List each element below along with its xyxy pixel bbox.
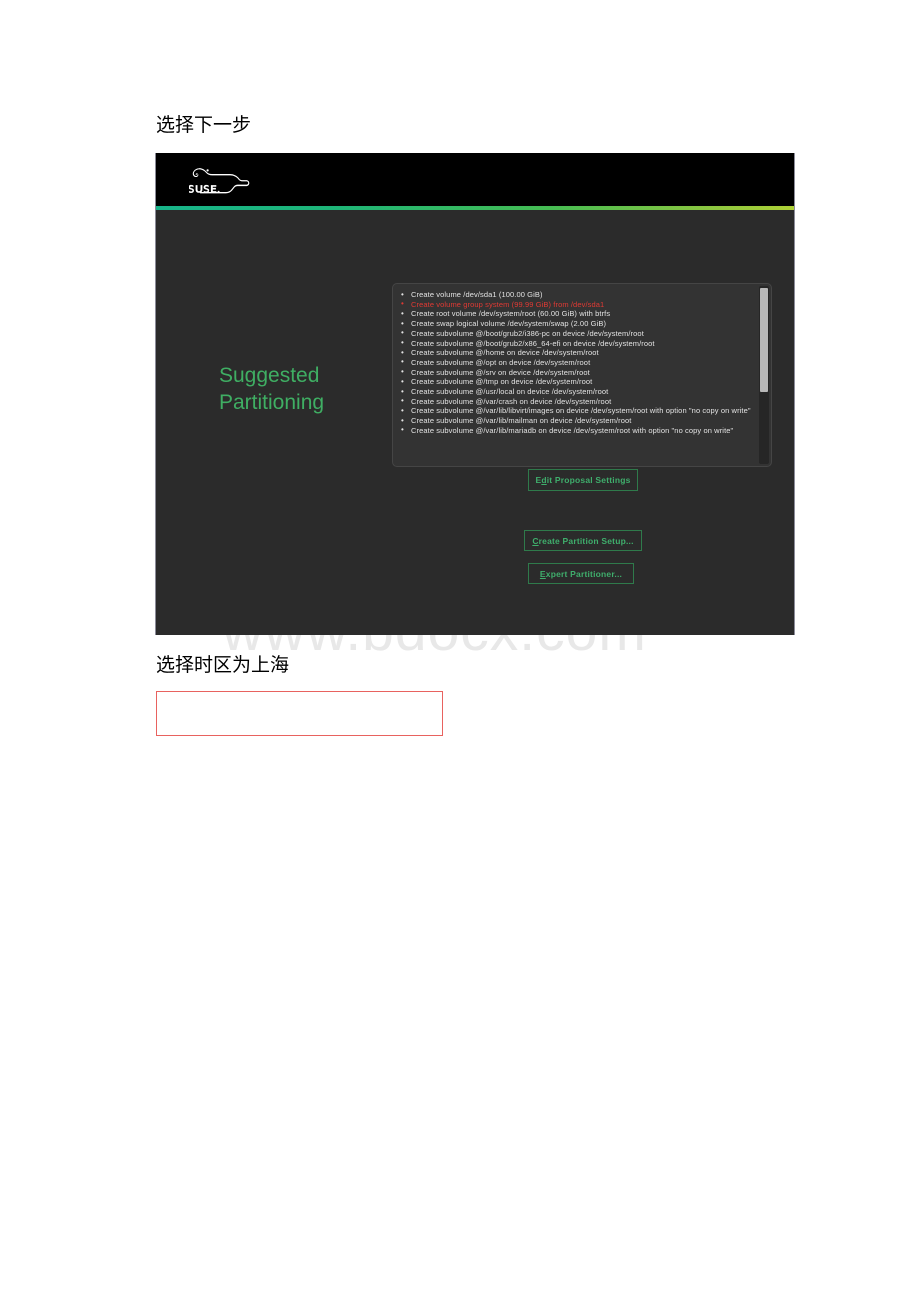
proposal-list-item: Create subvolume @/usr/local on device /… — [401, 387, 753, 397]
edit-proposal-settings-button[interactable]: Ed it Proposal Settings — [528, 469, 638, 491]
doc-heading-step-next: 选择下一步 — [156, 115, 252, 136]
proposal-list-item: Create subvolume @/srv on device /dev/sy… — [401, 367, 753, 378]
proposal-list-item: Create root volume /dev/system/root (60.… — [401, 309, 753, 319]
create-partition-setup-button[interactable]: Create Partition Setup... — [524, 530, 642, 551]
proposal-list-item: Create subvolume @/tmp on device /dev/sy… — [401, 377, 753, 387]
installer-screenshot: Suggested Partitioning Create volume /de… — [155, 153, 795, 635]
proposal-list-item: Create subvolume @/var/lib/libvirt/image… — [401, 406, 753, 416]
proposal-list-item: Create swap logical volume /dev/system/s… — [401, 319, 753, 329]
proposal-list-item: Create subvolume @/boot/grub2/x86_64-efi… — [401, 338, 753, 349]
proposal-list-item: Create subvolume @/boot/grub2/i386-pc on… — [401, 328, 753, 339]
proposal-list-item: Create subvolume @/home on device /dev/s… — [401, 348, 753, 358]
proposal-scrollbar-thumb[interactable] — [760, 288, 768, 392]
proposal-list-item: Create subvolume @/opt on device /dev/sy… — [401, 357, 753, 368]
proposal-list-item: Create subvolume @/var/lib/mailman on de… — [401, 416, 753, 426]
empty-red-placeholder-box — [156, 691, 443, 736]
partition-proposal-panel: Create volume /dev/sda1 (100.00 GiB)Crea… — [392, 283, 772, 467]
proposal-list-item: Create subvolume @/var/lib/mariadb on de… — [401, 425, 753, 436]
installer-body: Suggested Partitioning Create volume /de… — [156, 210, 794, 635]
installer-header — [156, 153, 794, 206]
proposal-list-item: Create volume group system (99.99 GiB) f… — [401, 299, 753, 310]
page-title: Suggested Partitioning — [219, 364, 325, 414]
proposal-list-item: Create volume /dev/sda1 (100.00 GiB) — [401, 290, 753, 300]
proposal-list-item: Create subvolume @/var/crash on device /… — [401, 396, 753, 407]
partition-proposal-list: Create volume /dev/sda1 (100.00 GiB)Crea… — [393, 284, 757, 466]
proposal-scrollbar[interactable] — [759, 286, 769, 464]
doc-heading-timezone-shanghai: 选择时区为上海 — [156, 655, 290, 676]
suse-chameleon-logo-icon — [189, 164, 251, 196]
expert-partitioner-button[interactable]: Expert Partitioner... — [528, 563, 634, 584]
